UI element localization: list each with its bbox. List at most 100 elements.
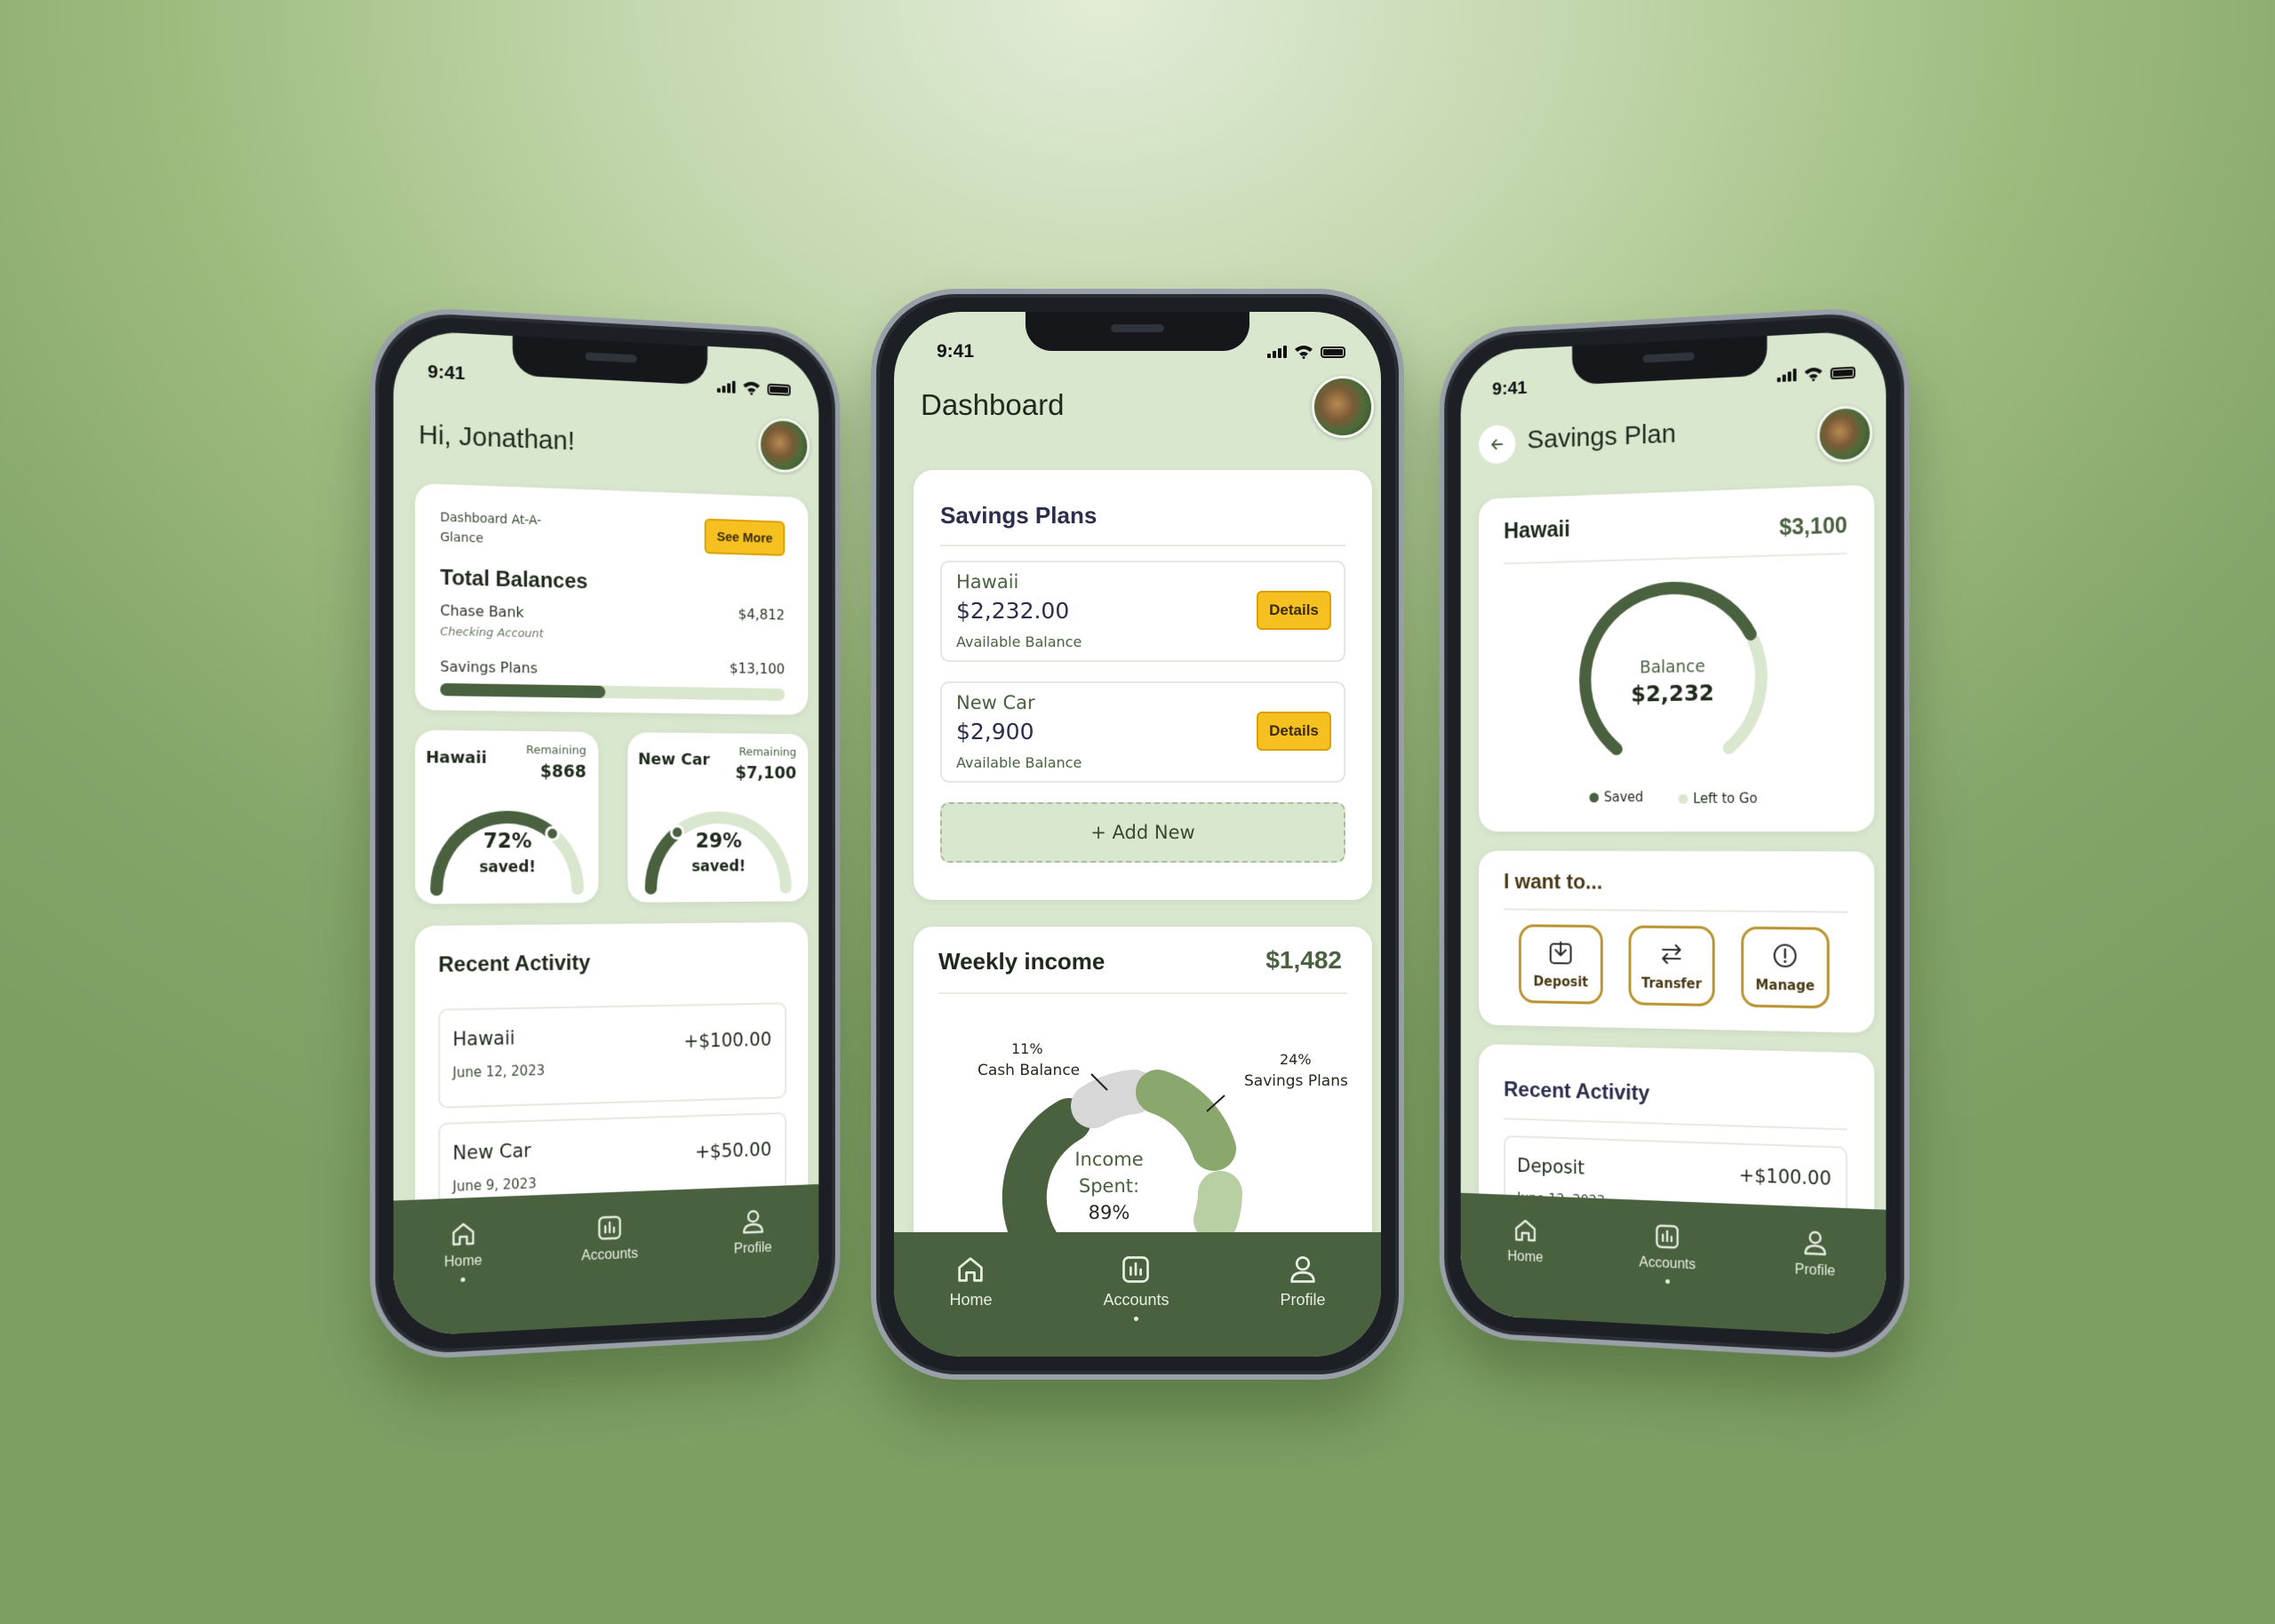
goal-card-new-car[interactable]: New Car Remaining $7,100 29% saved! bbox=[627, 732, 809, 903]
chart-icon bbox=[1122, 1256, 1150, 1283]
activity-name: Hawaii bbox=[452, 1027, 515, 1051]
wifi-icon bbox=[743, 381, 761, 395]
alert-circle-icon bbox=[1771, 941, 1800, 970]
savings-progress-fill bbox=[440, 682, 606, 698]
activity-name: Deposit bbox=[1517, 1154, 1585, 1179]
manage-button[interactable]: Manage bbox=[1741, 926, 1830, 1009]
gauge-track bbox=[651, 817, 786, 888]
arrow-left-icon bbox=[1489, 435, 1505, 453]
user-icon bbox=[1290, 1256, 1315, 1283]
balance-amount: $2,232 bbox=[1631, 680, 1714, 707]
actions-title: I want to... bbox=[1504, 870, 1603, 895]
savings-legend-label: Savings Plans bbox=[1244, 1072, 1348, 1090]
goal-card-hawaii[interactable]: Hawaii Remaining $868 72% saved! bbox=[415, 729, 599, 904]
donut-segment-savings bbox=[1136, 1070, 1236, 1171]
recent-title: Recent Activity bbox=[1504, 1078, 1650, 1106]
status-time: 9:41 bbox=[427, 361, 466, 385]
battery-icon bbox=[767, 383, 791, 396]
back-button[interactable] bbox=[1479, 424, 1516, 465]
phone-home: 9:41 Hi, Jonathan! Dashboard At-A-Glance… bbox=[370, 304, 841, 1363]
bottom-nav: Home Accounts Profile bbox=[393, 1183, 819, 1338]
home-icon bbox=[958, 1257, 984, 1282]
nav-home[interactable]: Home bbox=[444, 1219, 483, 1283]
legend-saved: Saved bbox=[1589, 789, 1644, 806]
see-more-button[interactable]: See More bbox=[704, 518, 786, 556]
legend-saved-swatch bbox=[1589, 792, 1600, 802]
savings-plan-screen: 9:41 Savings Plan Hawaii $3,100 Balance … bbox=[1460, 329, 1887, 1338]
avatar[interactable] bbox=[1312, 376, 1374, 438]
status-time: 9:41 bbox=[1492, 377, 1528, 400]
transfer-label: Transfer bbox=[1641, 975, 1702, 992]
summary-card: Dashboard At-A-Glance See More Total Bal… bbox=[415, 482, 809, 715]
nav-home[interactable]: Home bbox=[1507, 1215, 1544, 1266]
nav-accounts[interactable]: Accounts bbox=[581, 1213, 638, 1265]
divider bbox=[1504, 908, 1848, 913]
phone-dashboard: 9:41 Dashboard Savings Plans Hawaii $2,2… bbox=[871, 289, 1404, 1380]
chase-label: Chase Bank bbox=[440, 601, 524, 621]
savings-pct: 24% bbox=[1280, 1051, 1312, 1068]
savings-row-sub: Available Balance bbox=[956, 633, 1082, 650]
activity-amount: +$50.00 bbox=[695, 1138, 772, 1163]
plan-balance-card: Hawaii $3,100 Balance $2,232 Saved Left … bbox=[1479, 484, 1875, 832]
goal-gauge bbox=[627, 732, 808, 903]
actions-card: I want to... Deposit Transfer Manage bbox=[1479, 850, 1875, 1033]
details-button[interactable]: Details bbox=[1257, 712, 1331, 751]
nav-accounts-label: Accounts bbox=[581, 1246, 639, 1264]
cash-label: Cash Balance bbox=[978, 1062, 1081, 1079]
savings-row-sub: Available Balance bbox=[956, 754, 1082, 771]
goal-saved-label: saved! bbox=[479, 858, 536, 877]
deposit-button[interactable]: Deposit bbox=[1519, 924, 1603, 1005]
nav-home-label: Home bbox=[1507, 1248, 1544, 1266]
transfer-icon bbox=[1657, 940, 1685, 968]
home-icon bbox=[449, 1219, 477, 1249]
nav-profile[interactable]: Profile bbox=[1280, 1254, 1326, 1310]
goal-saved-label: saved! bbox=[691, 857, 746, 876]
download-icon bbox=[1547, 938, 1574, 967]
center-line1: Income bbox=[1074, 1149, 1144, 1170]
battery-icon bbox=[1830, 366, 1856, 379]
page-title: Savings Plan bbox=[1527, 418, 1676, 455]
savings-row-amount: $2,232.00 bbox=[956, 598, 1070, 624]
details-button[interactable]: Details bbox=[1257, 591, 1331, 630]
nav-accounts-label: Accounts bbox=[1103, 1291, 1169, 1309]
active-indicator bbox=[1664, 1278, 1670, 1285]
activity-amount: +$100.00 bbox=[683, 1029, 772, 1053]
avatar[interactable] bbox=[758, 417, 810, 474]
nav-accounts[interactable]: Accounts bbox=[1103, 1254, 1169, 1321]
savings-row[interactable]: New Car $2,900 Available Balance Details bbox=[940, 681, 1345, 783]
savings-label: Savings Plans bbox=[440, 657, 538, 677]
savings-progress-track bbox=[440, 682, 786, 701]
signal-icon bbox=[716, 380, 736, 394]
summary-title: Total Balances bbox=[440, 565, 588, 594]
signal-icon bbox=[1776, 368, 1797, 383]
divider bbox=[1504, 1118, 1848, 1131]
center-line2: Spent: bbox=[1078, 1175, 1140, 1197]
nav-profile[interactable]: Profile bbox=[734, 1207, 772, 1258]
savings-row[interactable]: Hawaii $2,232.00 Available Balance Detai… bbox=[940, 561, 1345, 662]
active-indicator bbox=[460, 1277, 466, 1283]
goal-percent: 29% bbox=[695, 830, 742, 853]
user-icon bbox=[1800, 1228, 1829, 1258]
chart-icon bbox=[597, 1215, 622, 1240]
nav-profile-label: Profile bbox=[1280, 1291, 1326, 1309]
legend-saved-label: Saved bbox=[1603, 789, 1644, 806]
cash-pct: 11% bbox=[1011, 1040, 1043, 1057]
add-new-button[interactable]: + Add New bbox=[940, 802, 1345, 863]
savings-row-amount: $2,900 bbox=[956, 719, 1034, 744]
transfer-button[interactable]: Transfer bbox=[1628, 925, 1715, 1007]
signal-icon bbox=[1267, 346, 1287, 358]
activity-amount: +$100.00 bbox=[1738, 1164, 1832, 1190]
active-indicator bbox=[1133, 1317, 1138, 1321]
savings-amount: $13,100 bbox=[729, 659, 786, 678]
avatar[interactable] bbox=[1816, 404, 1873, 464]
legend-left-swatch bbox=[1678, 793, 1688, 804]
wifi-icon bbox=[1804, 367, 1823, 382]
status-bar: 9:41 bbox=[937, 338, 1345, 365]
nav-home[interactable]: Home bbox=[949, 1254, 993, 1310]
bottom-nav: Home Accounts Profile bbox=[1460, 1192, 1887, 1338]
nav-accounts[interactable]: Accounts bbox=[1639, 1222, 1696, 1286]
nav-profile[interactable]: Profile bbox=[1795, 1228, 1835, 1280]
nav-profile-label: Profile bbox=[1794, 1262, 1836, 1279]
goal-percent: 72% bbox=[483, 829, 532, 854]
activity-row[interactable]: Hawaii June 12, 2023 +$100.00 bbox=[438, 1002, 787, 1109]
